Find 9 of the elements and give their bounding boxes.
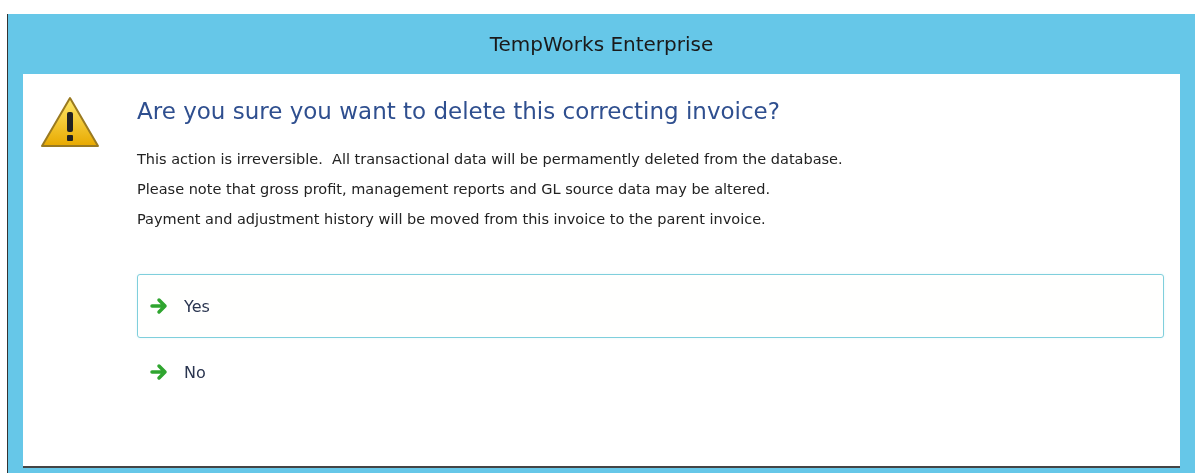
window-title: TempWorks Enterprise <box>489 32 714 56</box>
message-text: Payment and adjustment history will be moved from this invoice to the parent invoice. <box>137 210 767 229</box>
arrow-icon <box>150 363 170 381</box>
arrow-icon <box>150 297 170 315</box>
dialog-heading: Are you sure you want to delete this correcting invoice? <box>137 98 781 124</box>
warning-icon <box>40 96 100 150</box>
message-text: This action is irreversible. All transactional data will be permamently deleted from the database. <box>137 150 844 169</box>
option-button[interactable]: Yes <box>137 274 1164 338</box>
message-text: Please note that gross profit, management reports and GL source data may be altered. <box>137 180 772 199</box>
